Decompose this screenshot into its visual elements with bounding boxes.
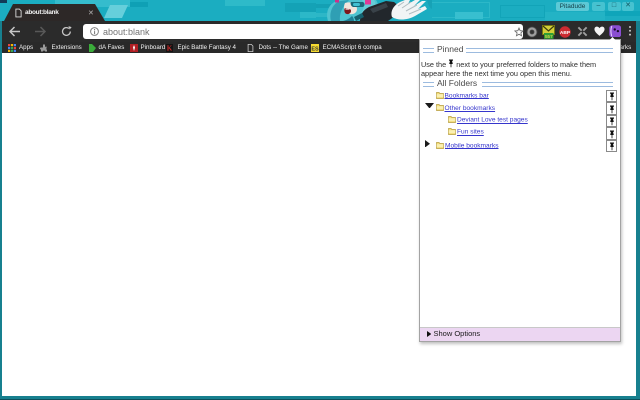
svg-text:K: K xyxy=(167,44,173,51)
svg-text:ABP: ABP xyxy=(559,30,570,36)
svg-text:ES: ES xyxy=(311,46,319,52)
